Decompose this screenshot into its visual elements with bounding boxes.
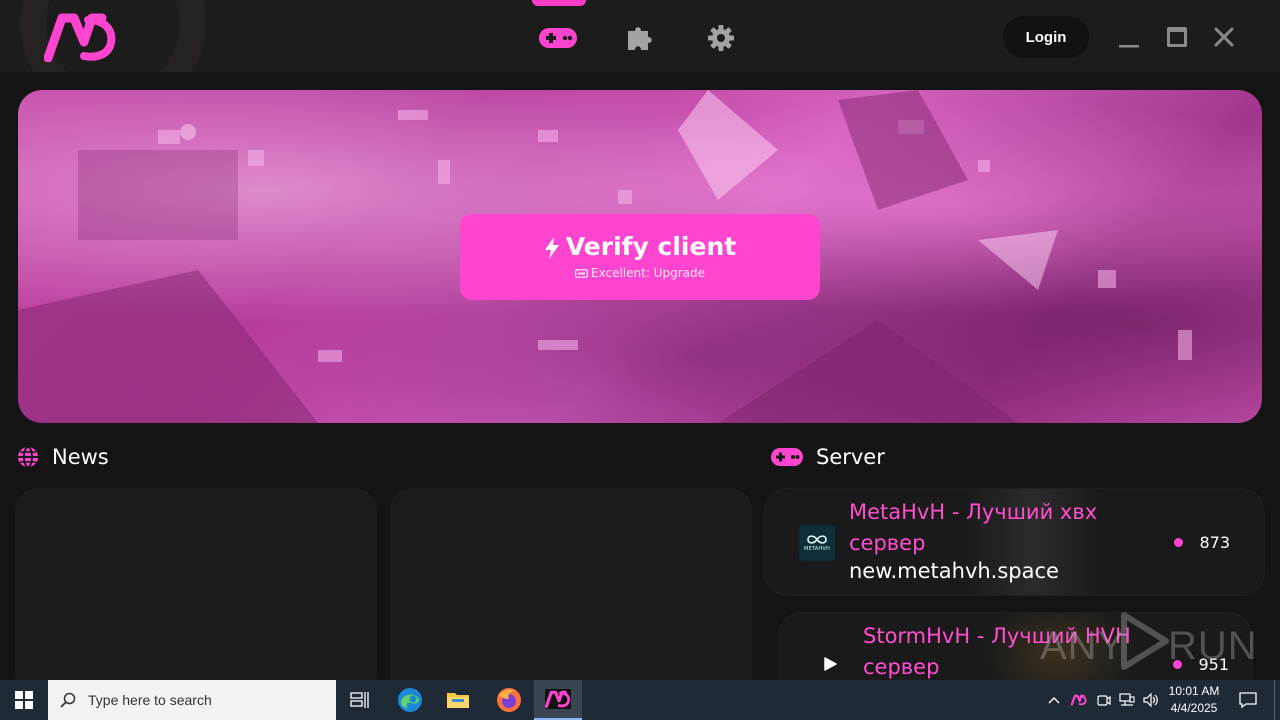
verify-subtitle-text: Excellent: Upgrade	[591, 266, 705, 280]
windows-logo-icon	[15, 691, 33, 709]
notification-icon	[1239, 692, 1257, 709]
server-heading-text: Server	[816, 445, 885, 469]
maximize-button[interactable]	[1162, 22, 1192, 52]
edge-icon	[398, 688, 422, 712]
gamepad-icon	[771, 448, 803, 466]
close-button[interactable]	[1209, 22, 1239, 52]
clock-date: 4/4/2025	[1170, 701, 1218, 715]
play-icon	[824, 657, 837, 671]
task-view-button[interactable]	[336, 680, 384, 720]
news-card[interactable]	[390, 488, 752, 680]
verify-subtitle: Excellent: Upgrade	[460, 266, 820, 280]
minimize-icon	[1119, 45, 1139, 48]
server-heading: Server	[770, 442, 885, 472]
start-button[interactable]	[0, 680, 48, 720]
watermark-text-left: ANY	[1040, 624, 1126, 668]
edge-taskbar-app[interactable]	[386, 680, 434, 720]
play-logo-icon	[1121, 612, 1169, 670]
search-placeholder: Type here to search	[88, 692, 212, 708]
server-name: MetaHvH - Лучший хвх сервер	[849, 500, 1098, 555]
device-icon	[575, 269, 588, 278]
network-status-button[interactable]	[1116, 680, 1138, 720]
server-logo-text: METAHVH	[804, 546, 830, 552]
news-heading-text: News	[52, 445, 109, 469]
show-hidden-icons-button[interactable]	[1044, 680, 1064, 720]
windows-taskbar: Type here to search 10:01 AM 4/4/2025	[0, 680, 1280, 720]
watermark-text-right: RUN	[1168, 624, 1258, 668]
tab-settings[interactable]	[699, 20, 743, 56]
active-tab-indicator	[532, 0, 586, 6]
lightning-icon	[544, 237, 559, 259]
firefox-icon	[497, 688, 521, 712]
verify-title: Verify client	[460, 232, 820, 261]
logo-area	[0, 0, 210, 72]
verify-client-button[interactable]: Verify client Excellent: Upgrade	[460, 214, 820, 300]
server-online-value: 873	[1199, 533, 1230, 552]
file-explorer-taskbar-app[interactable]	[434, 680, 482, 720]
globe-icon	[18, 446, 38, 468]
login-button[interactable]: Login	[1003, 16, 1089, 58]
taskbar-clock[interactable]: 10:01 AM 4/4/2025	[1162, 683, 1226, 717]
network-icon	[1119, 693, 1135, 706]
server-logo: METAHVH	[799, 525, 835, 561]
news-heading: News	[16, 442, 109, 472]
maximize-icon	[1167, 27, 1187, 47]
server-card-metahvh[interactable]: METAHVH MetaHvH - Лучший хвх сервер new.…	[764, 488, 1265, 596]
puzzle-icon	[628, 27, 652, 50]
news-card[interactable]	[15, 488, 377, 680]
gamepad-icon	[539, 28, 577, 48]
volume-button[interactable]	[1140, 680, 1162, 720]
tab-games[interactable]	[536, 20, 580, 56]
close-icon	[1214, 27, 1234, 47]
chevron-up-icon	[1048, 697, 1060, 704]
launcher-taskbar-app[interactable]	[534, 680, 582, 720]
tray-device-icon[interactable]	[1094, 680, 1114, 720]
app-logo-icon[interactable]	[44, 12, 118, 62]
search-icon	[60, 692, 76, 708]
hero-banner: Verify client Excellent: Upgrade	[18, 90, 1262, 423]
meet-icon	[1097, 695, 1111, 706]
app-logo-icon	[545, 689, 571, 709]
show-desktop-button[interactable]	[1274, 680, 1280, 720]
taskbar-search-box[interactable]: Type here to search	[48, 680, 336, 720]
server-online-count: 873	[1174, 533, 1230, 552]
launcher-window: Login Verify client Excellent: Upgrade N…	[0, 0, 1280, 680]
app-logo-icon	[1071, 694, 1087, 706]
gear-icon	[708, 25, 734, 51]
infinity-icon	[807, 535, 827, 544]
online-dot-icon	[1174, 538, 1184, 547]
title-bar: Login	[0, 0, 1280, 72]
firefox-taskbar-app[interactable]	[485, 680, 533, 720]
anyrun-watermark: ANY RUN	[1040, 606, 1257, 676]
task-view-icon	[350, 692, 369, 708]
minimize-button[interactable]	[1114, 22, 1144, 52]
verify-title-text: Verify client	[565, 232, 737, 261]
clock-time: 10:01 AM	[1168, 684, 1220, 698]
folder-icon	[447, 693, 469, 708]
server-host: new.metahvh.space	[849, 559, 1059, 583]
tab-mods[interactable]	[618, 20, 662, 56]
notifications-button[interactable]	[1232, 680, 1264, 720]
tray-launcher-icon[interactable]	[1068, 680, 1090, 720]
speaker-icon	[1143, 693, 1158, 707]
